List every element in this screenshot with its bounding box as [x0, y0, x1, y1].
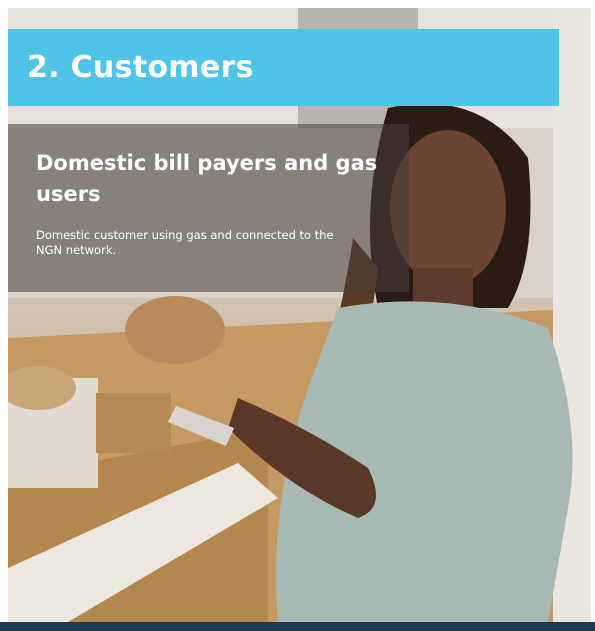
slide-title: 2. Customers: [27, 50, 254, 85]
info-overlay: Domestic bill payers and gas users Domes…: [8, 124, 409, 292]
section-heading: Domestic bill payers and gas users: [36, 151, 378, 206]
section-body: Domestic customer using gas and connecte…: [36, 228, 334, 257]
slide-page: 2. Customers Domestic bill payers and ga…: [0, 0, 595, 631]
footer-bar: [0, 622, 595, 631]
title-bar: 2. Customers: [8, 29, 559, 106]
small-box: [96, 393, 171, 453]
woven-pouf: [125, 296, 225, 364]
